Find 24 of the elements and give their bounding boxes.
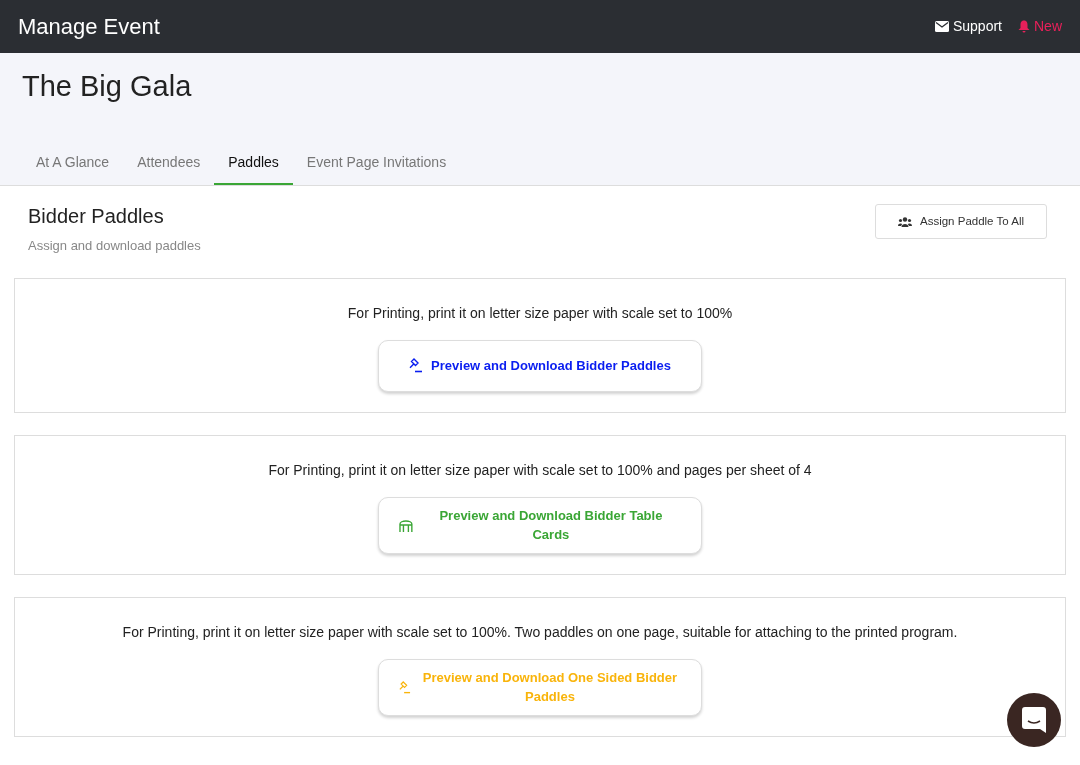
print-instructions: For Printing, print it on letter size paper with scale set to 100% and pages per sheet of 4	[268, 460, 812, 480]
table-icon	[399, 518, 413, 532]
assign-paddle-button[interactable]: Assign Paddle To All	[875, 204, 1047, 240]
notifications-link[interactable]: New	[1018, 16, 1062, 37]
print-instructions: For Printing, print it on letter size paper with scale set to 100%	[347, 303, 733, 323]
gavel-icon	[409, 358, 424, 373]
download-button[interactable]: Preview and Download Bidder Paddles	[378, 339, 702, 392]
support-link[interactable]: Support	[934, 16, 1002, 37]
users-icon	[898, 216, 912, 227]
event-title: The Big Gala	[22, 69, 193, 104]
gavel-icon	[399, 679, 411, 695]
envelope-icon	[934, 21, 949, 32]
section-subtitle: Assign and download paddles	[28, 237, 201, 255]
tab[interactable]: At A Glance	[22, 144, 124, 185]
tab[interactable]: Paddles	[214, 144, 293, 185]
chat-icon	[1022, 707, 1046, 733]
tab[interactable]: Attendees	[123, 144, 215, 185]
app-title: Manage Event	[18, 13, 160, 41]
section-title: Bidder Paddles	[28, 204, 165, 228]
print-instructions: For Printing, print it on letter size paper with scale set to 100%. Two paddles on one page, suitable for attaching to the printed program.	[122, 622, 958, 642]
download-button[interactable]: Preview and Download Bidder Table Cards	[378, 496, 702, 554]
tab[interactable]: Event Page Invitations	[292, 144, 461, 185]
bell-icon	[1018, 20, 1030, 33]
chat-button[interactable]	[1007, 693, 1061, 747]
